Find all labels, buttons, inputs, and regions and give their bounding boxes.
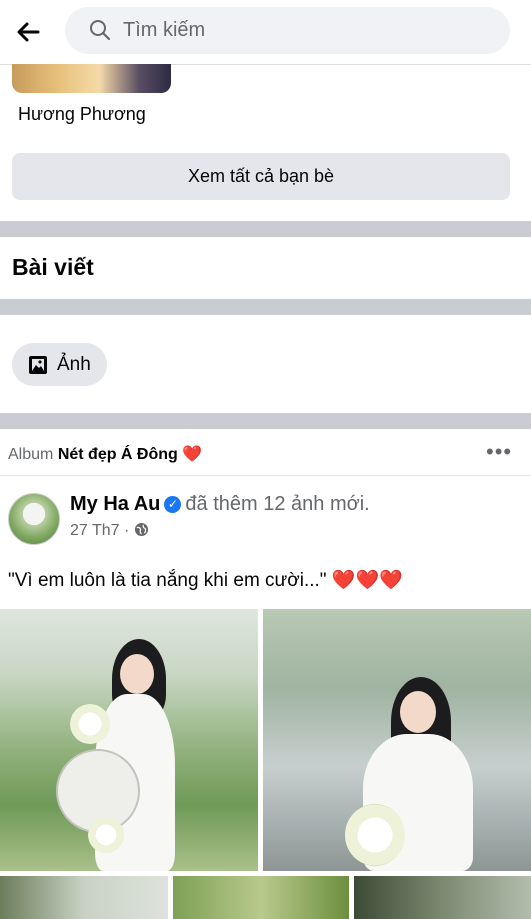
- photos-filter-label: Ảnh: [57, 354, 91, 375]
- search-icon: [90, 20, 111, 41]
- photo-detail: [400, 691, 436, 733]
- divider: [0, 475, 531, 476]
- meta-separator: ·: [123, 522, 130, 539]
- photo-detail: [345, 804, 405, 866]
- search-input[interactable]: Tìm kiếm: [65, 7, 510, 54]
- friend-name[interactable]: Hương Phương: [18, 104, 146, 125]
- post-caption: "Vì em luôn là tia nắng khi em cười..." …: [8, 570, 403, 591]
- author-avatar[interactable]: [8, 493, 60, 545]
- post-meta: 27 Th7 ·: [70, 522, 149, 540]
- author-name[interactable]: My Ha Au: [70, 493, 160, 515]
- post-author-line: My Ha Au ✓ đã thêm 12 ảnh mới.: [70, 493, 370, 516]
- post-photo[interactable]: [0, 876, 168, 919]
- verified-badge-icon: ✓: [164, 496, 182, 513]
- post-photo[interactable]: [0, 609, 258, 871]
- see-all-friends-button[interactable]: Xem tất cả bạn bè: [12, 153, 510, 200]
- album-prefix: Album: [8, 446, 54, 463]
- heart-emoji: ❤️: [182, 446, 203, 463]
- photo-icon: [29, 356, 47, 374]
- photo-detail: [88, 817, 124, 853]
- photo-detail: [120, 654, 154, 694]
- search-placeholder: Tìm kiếm: [123, 19, 206, 41]
- album-line: Album Nét đẹp Á Đông ❤️: [8, 444, 202, 464]
- globe-icon: [134, 522, 148, 537]
- more-options-icon[interactable]: •••: [486, 439, 512, 465]
- album-name[interactable]: Nét đẹp Á Đông: [58, 446, 178, 463]
- top-bar: Tìm kiếm: [0, 0, 531, 65]
- back-arrow-icon[interactable]: [14, 18, 42, 46]
- section-divider: [0, 221, 531, 237]
- post-date[interactable]: 27 Th7: [70, 522, 120, 539]
- post-action: đã thêm 12 ảnh mới.: [185, 493, 370, 515]
- post-photo[interactable]: [354, 876, 531, 919]
- post-photo[interactable]: [263, 609, 531, 871]
- posts-section-title: Bài viết: [12, 254, 94, 280]
- photo-detail: [70, 704, 110, 744]
- post-photo[interactable]: [173, 876, 349, 919]
- friend-photo[interactable]: [12, 64, 171, 93]
- section-divider: [0, 413, 531, 429]
- photos-filter-button[interactable]: Ảnh: [12, 343, 107, 386]
- section-divider: [0, 299, 531, 315]
